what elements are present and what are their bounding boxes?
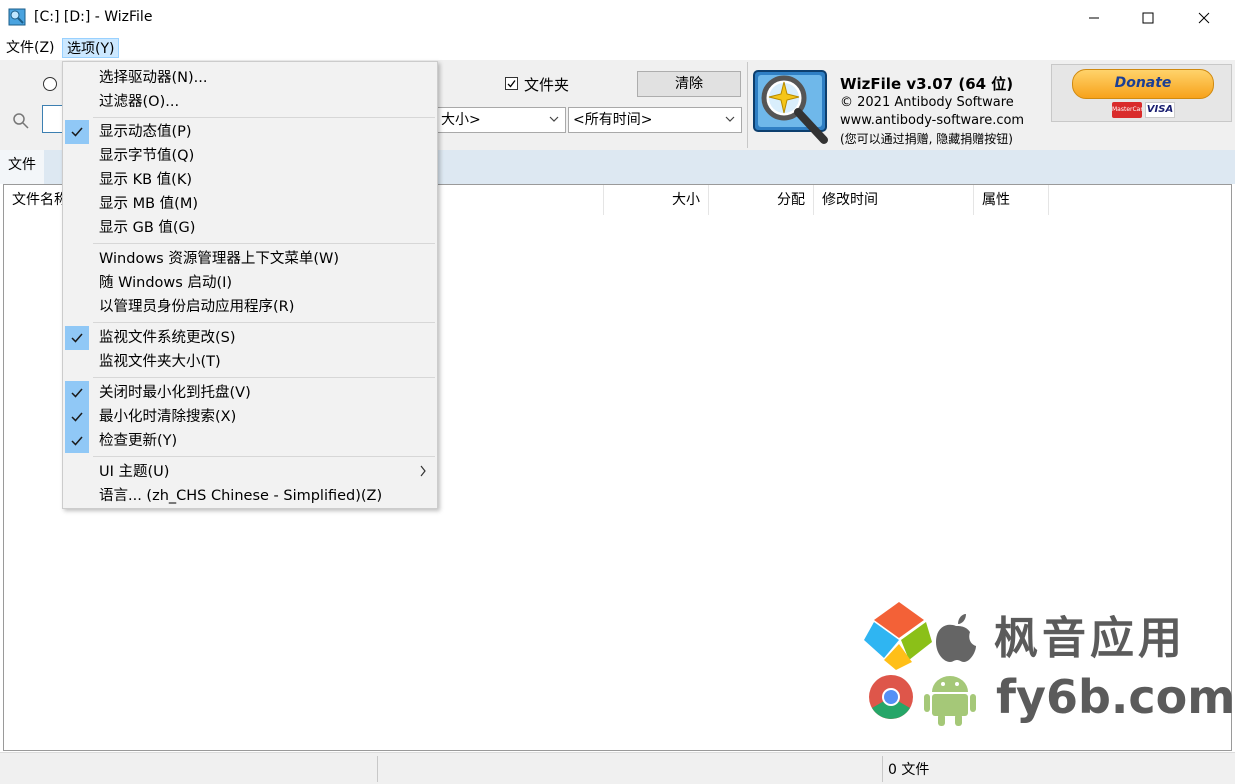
donate-note: (您可以通过捐赠, 隐藏捐赠按钮) [840,132,1013,146]
column-header-modified[interactable]: 修改时间 [814,185,974,215]
chrome-logo-icon [869,675,913,719]
title-bar: [C:] [D:] - WizFile [0,0,1235,36]
chevron-down-icon [549,116,559,122]
menu-file[interactable]: 文件(Z) [2,38,59,58]
close-button[interactable] [1181,0,1227,36]
size-filter-value: 大小> [441,112,481,128]
menu-item-monitor-fs[interactable]: 监视文件系统更改(S) [63,326,437,350]
search-input[interactable] [42,105,64,133]
menu-item-show-dynamic[interactable]: 显示动态值(P) [63,120,437,144]
options-menu: 选择驱动器(N)... 过滤器(O)... 显示动态值(P) 显示字节值(Q) … [62,61,438,509]
mastercard-icon: MasterCard [1112,102,1142,118]
folder-checkbox-label: 文件夹 [524,76,570,94]
checkmark-icon [65,405,89,429]
android-logo-icon [924,676,976,726]
size-filter-combo[interactable]: 大小> [436,107,566,133]
watermark: 枫音应用 fy6b.com [864,600,1235,730]
menu-separator [93,377,435,378]
donate-button[interactable]: Donate [1072,69,1214,99]
checkmark-icon [65,381,89,405]
copyright-text: © 2021 Antibody Software [840,95,1014,110]
menu-options[interactable]: 选项(Y) [62,38,120,58]
window-title: [C:] [D:] - WizFile [34,9,153,25]
menu-item-monitor-folder-size[interactable]: 监视文件夹大小(T) [63,350,437,374]
minimize-button[interactable] [1071,0,1117,36]
menu-separator [93,117,435,118]
menu-item-select-drives[interactable]: 选择驱动器(N)... [63,66,437,90]
search-icon [12,112,30,134]
menu-separator [93,456,435,457]
column-header-size[interactable]: 大小 [604,185,709,215]
toolbar-divider [747,62,748,148]
donate-panel[interactable]: Donate MasterCard VISA [1051,64,1232,122]
menu-separator [93,322,435,323]
wizfile-logo [752,68,832,146]
menu-item-check-updates[interactable]: 检查更新(Y) [63,429,437,453]
website-link[interactable]: www.antibody-software.com [840,113,1024,128]
menu-separator [93,243,435,244]
time-filter-combo[interactable]: <所有时间> [568,107,742,133]
menu-item-language[interactable]: 语言... (zh_CHS Chinese - Simplified)(Z) [63,484,437,508]
menu-item-start-with-windows[interactable]: 随 Windows 启动(I) [63,271,437,295]
menu-item-show-gb[interactable]: 显示 GB 值(G) [63,216,437,240]
windows-logo-icon [864,602,932,670]
menu-item-show-kb[interactable]: 显示 KB 值(K) [63,168,437,192]
checkmark-icon [65,120,89,144]
search-mode-radio[interactable] [43,77,57,91]
column-header-attrs[interactable]: 属性 [974,185,1049,215]
watermark-domain: fy6b.com [996,670,1235,724]
folder-checkbox[interactable] [505,77,518,90]
visa-icon: VISA [1145,102,1175,118]
time-filter-value: <所有时间> [573,112,653,128]
chevron-right-icon [420,465,426,477]
menu-item-run-as-admin[interactable]: 以管理员身份启动应用程序(R) [63,295,437,319]
status-separator [377,756,378,782]
menu-item-explorer-context[interactable]: Windows 资源管理器上下文菜单(W) [63,247,437,271]
chevron-down-icon [725,116,735,122]
menu-item-show-bytes[interactable]: 显示字节值(Q) [63,144,437,168]
column-header-alloc[interactable]: 分配 [709,185,814,215]
status-separator [882,756,883,782]
tab-files[interactable]: 文件 [0,150,44,184]
status-bar: 0 文件 [0,752,1235,784]
checkmark-icon [65,326,89,350]
maximize-button[interactable] [1125,0,1171,36]
menu-bar: 文件(Z) 选项(Y) [0,36,1235,60]
clear-button[interactable]: 清除 [637,71,741,97]
checkmark-icon [65,429,89,453]
product-name: WizFile v3.07 (64 位) [840,75,1014,93]
wizfile-app-icon [8,8,26,26]
menu-item-minimize-to-tray[interactable]: 关闭时最小化到托盘(V) [63,381,437,405]
menu-item-clear-search-on-minimize[interactable]: 最小化时清除搜索(X) [63,405,437,429]
menu-item-show-mb[interactable]: 显示 MB 值(M) [63,192,437,216]
file-count: 0 文件 [888,762,930,778]
watermark-brand: 枫音应用 [994,613,1186,664]
menu-item-ui-theme[interactable]: UI 主题(U) [63,460,437,484]
apple-logo-icon [936,614,976,662]
menu-item-filters[interactable]: 过滤器(O)... [63,90,437,114]
